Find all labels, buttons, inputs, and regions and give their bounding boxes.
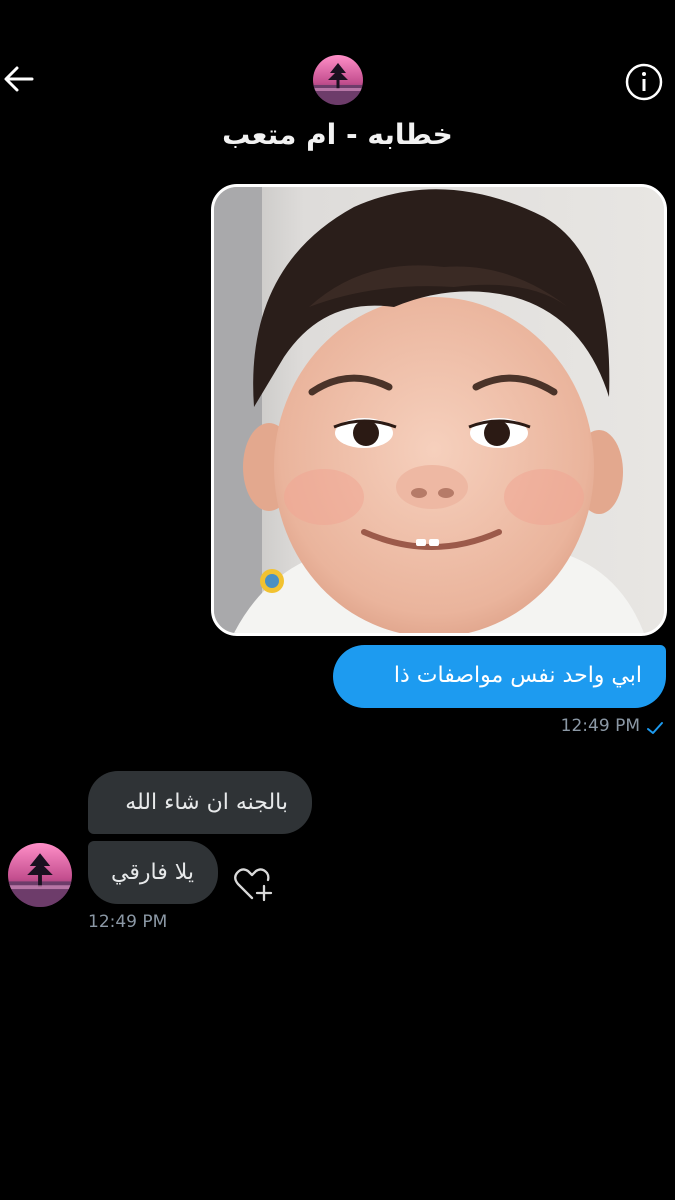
- checkmark-icon: [647, 722, 663, 734]
- sender-avatar[interactable]: [8, 843, 72, 907]
- baby-photo: [214, 187, 664, 633]
- sunset-tree-avatar: [8, 843, 72, 907]
- contact-name: خطابه - ام متعب: [222, 118, 453, 151]
- heart-plus-icon: [234, 868, 273, 902]
- sunset-tree-avatar: [313, 55, 363, 105]
- back-button[interactable]: [2, 62, 36, 96]
- incoming-message[interactable]: بالجنه ان شاء الله: [88, 771, 312, 834]
- info-circle-icon: [625, 63, 663, 101]
- incoming-message[interactable]: يلا فارقي: [88, 841, 218, 904]
- contact-avatar[interactable]: [313, 55, 363, 105]
- conversation-header: خطابه - ام متعب: [0, 0, 675, 165]
- add-reaction-button[interactable]: [232, 864, 274, 904]
- outgoing-message[interactable]: ابي واحد نفس مواصفات ذا: [333, 645, 666, 708]
- message-image[interactable]: [211, 184, 667, 636]
- conversation-info-button[interactable]: [624, 62, 664, 102]
- arrow-left-icon: [4, 66, 34, 92]
- outgoing-message-time: 12:49 PM: [560, 716, 640, 736]
- incoming-message-time: 12:49 PM: [88, 912, 168, 932]
